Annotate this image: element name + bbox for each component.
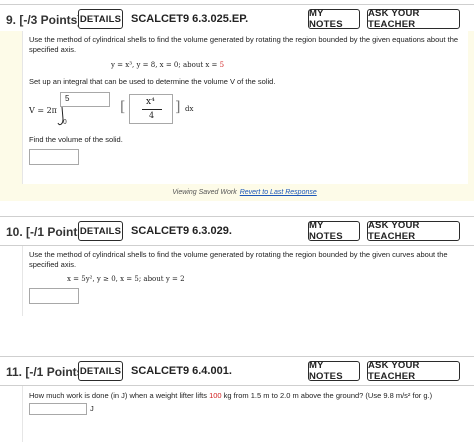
volume-prefix: V = 2π: [29, 106, 57, 115]
volume-answer-input[interactable]: [29, 149, 79, 165]
question-points: 11. [-/1 Points]: [6, 365, 88, 379]
given-equations: y = x³, y = 8, x = 0; about x = 5: [111, 61, 225, 69]
upper-limit-input[interactable]: 5: [60, 92, 110, 107]
dx-label: dx: [185, 105, 194, 113]
unit-label: J: [90, 404, 94, 413]
question-10-header: 10. [-/1 Points] DETAILS SCALCET9 6.3.02…: [0, 216, 474, 246]
question-code: SCALCET9 6.4.001.: [131, 365, 232, 377]
given-equations: x = 5y², y ≥ 0, x = 5; about y = 2: [67, 275, 185, 283]
my-notes-button[interactable]: MY NOTES: [308, 220, 360, 242]
left-bracket: [: [120, 99, 126, 115]
fraction-bar: [142, 109, 162, 110]
saved-work-note: Viewing Saved Work Revert to Last Respon…: [22, 184, 467, 201]
ask-teacher-button[interactable]: ASK YOUR TEACHER: [367, 8, 460, 30]
work-answer-input[interactable]: [29, 403, 87, 415]
question-10-body: Use the method of cylindrical shells to …: [22, 246, 468, 316]
highlighted-value: 5: [219, 61, 225, 69]
details-button[interactable]: DETAILS: [78, 221, 123, 241]
details-button[interactable]: DETAILS: [78, 9, 123, 29]
my-notes-button[interactable]: MY NOTES: [308, 360, 360, 382]
setup-instruction: Set up an integral that can be used to d…: [29, 77, 276, 86]
question-code: SCALCET9 6.3.029.: [131, 225, 232, 237]
lower-limit: 0: [63, 119, 67, 126]
revert-link[interactable]: Revert to Last Response: [240, 189, 317, 196]
details-button[interactable]: DETAILS: [78, 361, 123, 381]
question-points: 9. [-/3 Points]: [6, 13, 82, 27]
question-prompt: Use the method of cylindrical shells to …: [29, 250, 448, 269]
ask-teacher-button[interactable]: ASK YOUR TEACHER: [367, 220, 460, 242]
right-bracket: ]: [175, 99, 181, 115]
question-11-body: How much work is done (in J) when a weig…: [22, 386, 468, 442]
question-prompt: Use the method of cylindrical shells to …: [29, 35, 459, 54]
integrand-input[interactable]: x⁴ 4: [129, 94, 173, 124]
find-instruction: Find the volume of the solid.: [29, 135, 123, 144]
question-9-header: 9. [-/3 Points] DETAILS SCALCET9 6.3.025…: [0, 4, 474, 34]
question-prompt: How much work is done (in J) when a weig…: [29, 391, 433, 400]
question-9-body: Use the method of cylindrical shells to …: [0, 31, 474, 201]
ask-teacher-button[interactable]: ASK YOUR TEACHER: [367, 360, 460, 382]
my-notes-button[interactable]: MY NOTES: [308, 8, 360, 30]
question-9-panel: Use the method of cylindrical shells to …: [22, 31, 468, 184]
question-points: 10. [-/1 Points]: [6, 225, 89, 239]
question-11-header: 11. [-/1 Points] DETAILS SCALCET9 6.4.00…: [0, 356, 474, 386]
highlighted-value: 100: [209, 391, 222, 400]
question-code: SCALCET9 6.3.025.EP.: [131, 13, 249, 25]
volume-answer-input[interactable]: [29, 288, 79, 304]
